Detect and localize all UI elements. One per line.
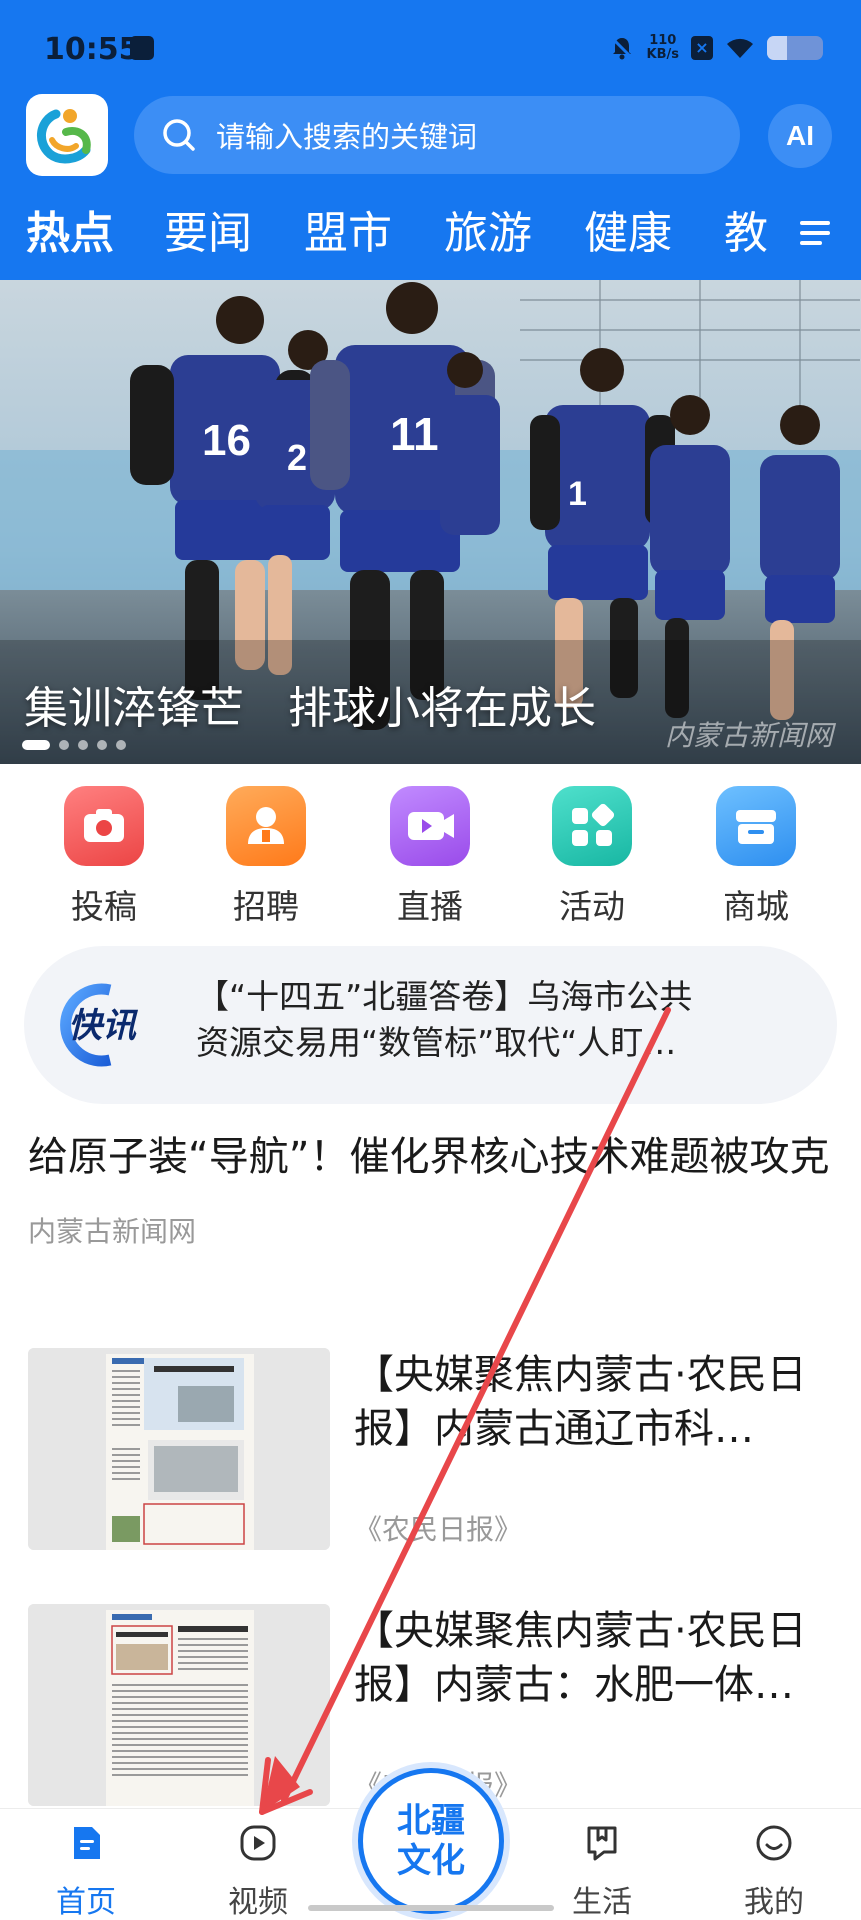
- tab-travel[interactable]: 旅游: [444, 204, 532, 264]
- flash-news-ticker[interactable]: 快讯 【“十四五”北疆答卷】乌海市公共 资源交易用“数管标”取代“人盯…: [24, 946, 837, 1104]
- news-article[interactable]: 给原子装“导航”！催化界核心技术难题被攻克 内蒙古新闻网: [28, 1130, 838, 1250]
- flash-news-line: 资源交易用“数管标”取代“人盯…: [196, 1023, 677, 1062]
- search-placeholder: 请输入搜索的关键词: [216, 120, 478, 154]
- svg-text:快讯: 快讯: [68, 1006, 139, 1046]
- store-icon: [716, 786, 796, 866]
- card-title: 【央媒聚焦内蒙古·农民日报】内蒙古通辽市科…: [354, 1352, 807, 1452]
- article-source: 内蒙古新闻网: [28, 1215, 197, 1248]
- smile-icon: [756, 1825, 792, 1861]
- net-speed-value: 110: [649, 33, 677, 48]
- nav-life[interactable]: 生活: [542, 1823, 662, 1920]
- status-indicators: 110 KB/s ×: [609, 34, 823, 62]
- flash-news-text: 【“十四五”北疆答卷】乌海市公共 资源交易用“数管标”取代“人盯…: [196, 974, 796, 1066]
- tab-education[interactable]: 教: [724, 204, 768, 264]
- jersey-number-1: 1: [568, 475, 587, 513]
- nav-home[interactable]: 首页: [26, 1823, 146, 1920]
- jersey-number-11: 11: [390, 408, 439, 460]
- flash-news-badge: 快讯: [60, 983, 139, 1067]
- tab-health[interactable]: 健康: [584, 204, 672, 264]
- tab-hot[interactable]: 热点: [26, 204, 114, 264]
- card-title: 【央媒聚焦内蒙古·农民日报】内蒙古：水肥一体…: [354, 1608, 807, 1708]
- quick-action-live[interactable]: 直播: [370, 786, 490, 928]
- status-bar: 10:55 110 KB/s ×: [0, 0, 861, 90]
- quick-action-label: 直播: [397, 887, 463, 926]
- search-bar[interactable]: 请输入搜索的关键词: [134, 96, 740, 174]
- nav-video[interactable]: 视频: [198, 1823, 318, 1920]
- grid-icon: [552, 786, 632, 866]
- no-sim-icon: ×: [691, 36, 713, 60]
- newspaper-thumbnail: [28, 1348, 330, 1550]
- search-icon: [163, 119, 195, 151]
- home-doc-icon: [74, 1827, 100, 1859]
- quick-action-submit[interactable]: 投稿: [44, 786, 164, 928]
- newspaper-thumbnail: [28, 1604, 330, 1806]
- bookmark-chat-icon: [587, 1826, 617, 1861]
- banner-caption: 集训淬锋芒 排球小将在成长: [24, 683, 596, 734]
- flash-news-line: 【“十四五”北疆答卷】乌海市公共: [196, 977, 693, 1016]
- status-time: 10:55: [44, 32, 140, 67]
- mute-bell-icon: [610, 36, 633, 60]
- message-notification-icon: [130, 36, 154, 60]
- home-indicator[interactable]: [308, 1905, 554, 1911]
- culture-center-button[interactable]: 北疆文化: [358, 1768, 504, 1914]
- banner-dot[interactable]: [116, 740, 126, 750]
- nav-label: 我的: [744, 1885, 804, 1920]
- person-icon: [226, 786, 306, 866]
- quick-action-mall[interactable]: 商城: [696, 786, 816, 928]
- jersey-number-2: 2: [287, 437, 307, 478]
- card-source: 《农民日报》: [354, 1513, 523, 1546]
- video-icon: [390, 786, 470, 866]
- quick-action-label: 招聘: [233, 887, 299, 926]
- headline-banner[interactable]: 16 2 11 1 集训淬锋芒 排球小将在成长 内蒙古新闻网: [0, 280, 861, 764]
- wifi-icon: [727, 38, 753, 58]
- play-icon: [240, 1825, 276, 1861]
- net-speed-unit: KB/s: [646, 47, 679, 62]
- nav-label: 视频: [228, 1885, 288, 1920]
- app-logo[interactable]: [26, 94, 108, 176]
- nav-mine[interactable]: 我的: [714, 1823, 834, 1920]
- center-badge-text: 北疆文化: [397, 1801, 465, 1881]
- quick-action-events[interactable]: 活动: [532, 786, 652, 928]
- banner-dot[interactable]: [97, 740, 107, 750]
- app-header: 10:55 110 KB/s × 请输入搜索的关键词 AI 热点 要闻 盟市 旅…: [0, 0, 861, 280]
- nav-label: 首页: [56, 1885, 116, 1920]
- quick-action-label: 活动: [559, 887, 625, 926]
- battery-icon: [767, 36, 823, 60]
- nav-label: 生活: [572, 1885, 632, 1920]
- banner-dot[interactable]: [59, 740, 69, 750]
- quick-action-label: 商城: [723, 887, 789, 926]
- quick-action-label: 投稿: [71, 887, 137, 926]
- camera-icon: [64, 786, 144, 866]
- tab-leagues-cities[interactable]: 盟市: [304, 204, 392, 264]
- ai-assistant-button[interactable]: AI: [768, 104, 832, 168]
- banner-watermark: 内蒙古新闻网: [664, 719, 833, 752]
- network-speed: 110 KB/s: [647, 34, 679, 62]
- channel-tabs: 热点 要闻 盟市 旅游 健康 教: [0, 204, 861, 264]
- banner-pagination[interactable]: [22, 740, 126, 750]
- tab-headlines[interactable]: 要闻: [164, 204, 252, 264]
- quick-action-jobs[interactable]: 招聘: [206, 786, 326, 928]
- jersey-number-16: 16: [202, 416, 251, 465]
- article-title: 给原子装“导航”！催化界核心技术难题被攻克: [28, 1134, 830, 1180]
- logo-emblem-icon: [37, 109, 91, 164]
- channel-menu-icon[interactable]: [798, 216, 832, 250]
- banner-dot[interactable]: [78, 740, 88, 750]
- news-card[interactable]: 【央媒聚焦内蒙古·农民日报】内蒙古通辽市科… 《农民日报》: [28, 1348, 838, 1550]
- quick-actions: 投稿 招聘 直播 活动 商城: [0, 786, 861, 926]
- battery-level: [767, 36, 787, 60]
- banner-dot[interactable]: [22, 740, 50, 750]
